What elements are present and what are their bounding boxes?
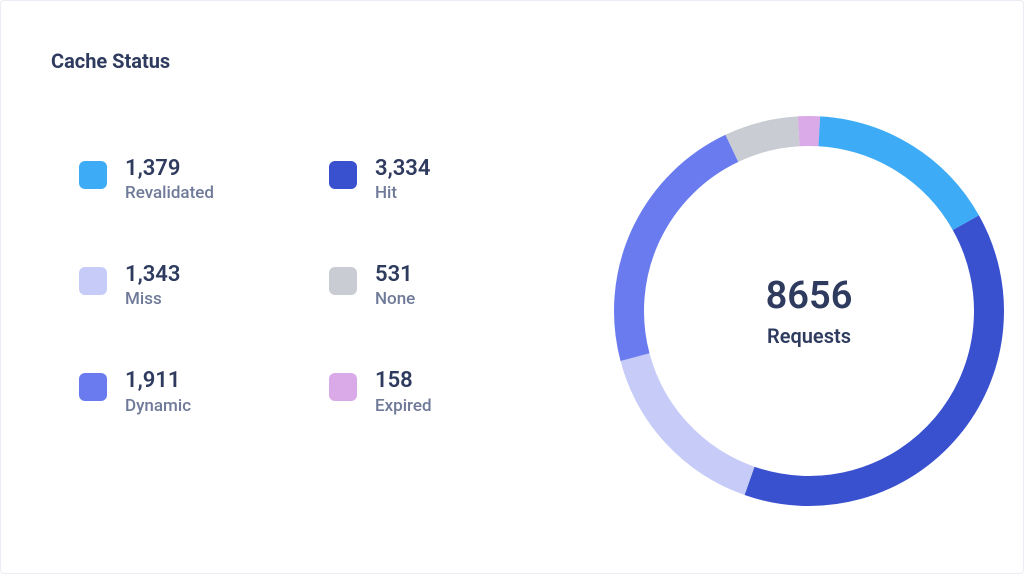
legend-value: 1,911 xyxy=(125,369,191,393)
legend-swatch xyxy=(79,161,107,189)
legend-value: 531 xyxy=(375,263,415,287)
legend-text: 3,334Hit xyxy=(375,157,430,203)
donut-segment-revalidated xyxy=(819,131,966,222)
legend-swatch xyxy=(329,267,357,295)
legend-item-revalidated: 1,379Revalidated xyxy=(79,157,289,203)
donut-segment-none xyxy=(732,131,799,148)
legend-item-miss: 1,343Miss xyxy=(79,263,289,309)
legend-text: 1,379Revalidated xyxy=(125,157,214,203)
legend-item-dynamic: 1,911 Dynamic xyxy=(79,369,289,415)
legend-value: 158 xyxy=(375,369,432,393)
card-title: Cache Status xyxy=(51,49,973,73)
donut-segment-dynamic xyxy=(629,148,732,357)
legend-value: 1,343 xyxy=(125,263,180,287)
legend-label: Dynamic xyxy=(125,396,191,416)
donut-svg xyxy=(599,101,1019,521)
legend-label: Hit xyxy=(375,183,430,203)
legend-text: 158 Expired xyxy=(375,369,432,415)
legend-label: None xyxy=(375,289,415,309)
legend-item-expired: 158 Expired xyxy=(329,369,539,415)
legend-text: 1,343Miss xyxy=(125,263,180,309)
legend-grid: 1,379Revalidated 3,334Hit 1,343Miss 531None… xyxy=(79,157,539,416)
legend-text: 1,911 Dynamic xyxy=(125,369,191,415)
legend-swatch xyxy=(329,161,357,189)
legend-value: 1,379 xyxy=(125,157,214,181)
legend-swatch xyxy=(329,373,357,401)
legend-swatch xyxy=(79,267,107,295)
legend-value: 3,334 xyxy=(375,157,430,181)
legend-item-none: 531None xyxy=(329,263,539,309)
legend-label: Miss xyxy=(125,289,180,309)
legend-swatch xyxy=(79,373,107,401)
legend-label: Expired xyxy=(375,396,432,416)
donut-segment-miss xyxy=(635,357,750,481)
donut-chart: 8656 Requests xyxy=(599,101,1019,521)
legend-label: Revalidated xyxy=(125,183,214,203)
legend-area: 1,379Revalidated 3,334Hit 1,343Miss 531None… xyxy=(51,121,539,416)
cache-status-card: Cache Status 1,379Revalidated3,334Hit1,3… xyxy=(0,0,1024,574)
legend-item-hit: 3,334Hit xyxy=(329,157,539,203)
card-content: 1,379Revalidated 3,334Hit 1,343Miss 531None… xyxy=(51,121,973,521)
legend-text: 531None xyxy=(375,263,415,309)
donut-segment-hit xyxy=(750,223,989,491)
